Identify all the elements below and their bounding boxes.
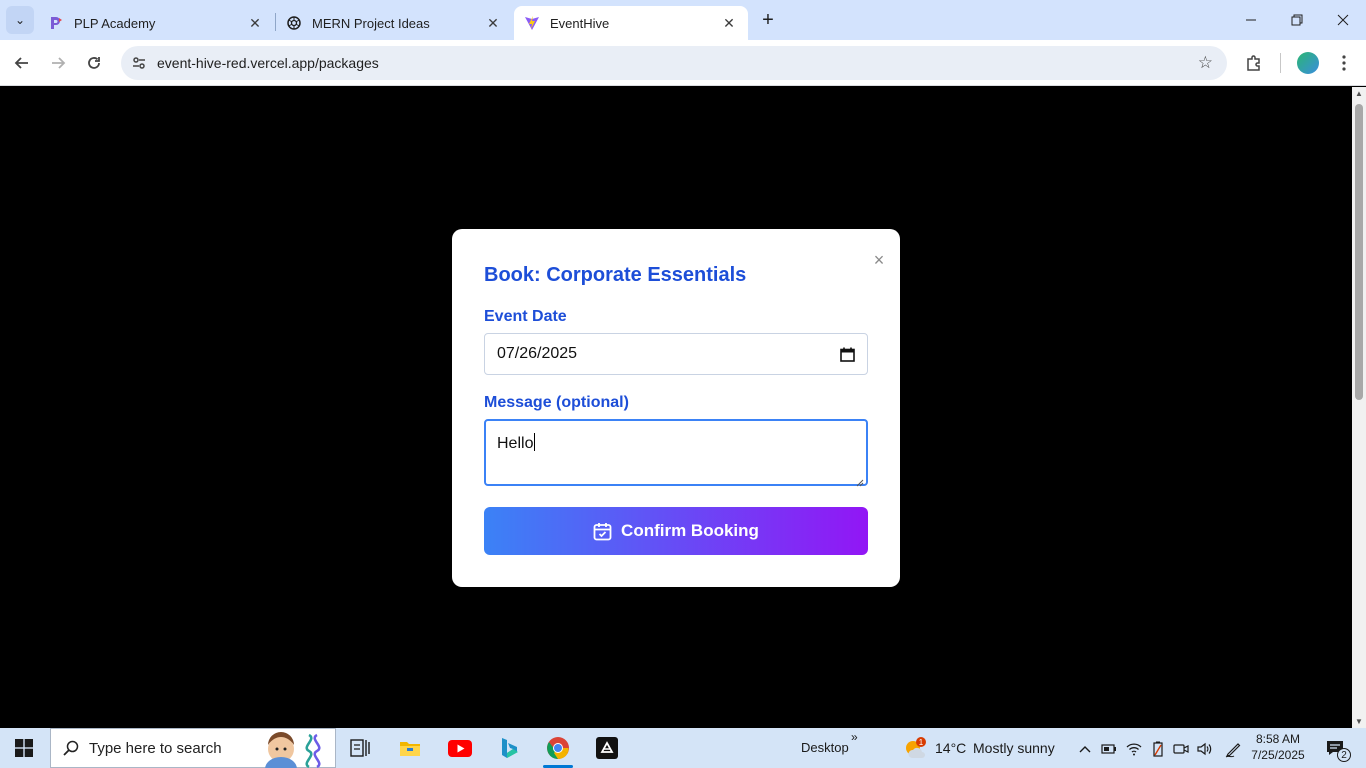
calendar-icon[interactable] — [839, 346, 855, 362]
confirm-booking-label: Confirm Booking — [621, 521, 759, 540]
scroll-up-arrow-icon[interactable]: ▲ — [1355, 89, 1363, 98]
modal-title: Book: Corporate Essentials — [484, 264, 747, 286]
resize-grip-icon[interactable] — [856, 474, 864, 487]
bookmark-star-icon[interactable]: ☆ — [1198, 53, 1213, 73]
forward-arrow-icon[interactable] — [43, 48, 73, 78]
tab-mern-project-ideas[interactable]: MERN Project Ideas ✕ — [276, 6, 512, 40]
close-tab-icon[interactable]: ✕ — [246, 14, 264, 32]
scrollbar-thumb[interactable] — [1355, 104, 1363, 400]
scroll-down-arrow-icon[interactable]: ▼ — [1355, 717, 1363, 726]
text-caret — [534, 433, 536, 451]
toolbar-divider — [1280, 53, 1281, 73]
restore-window-icon[interactable] — [1274, 0, 1320, 40]
search-highlight-illustration-icon — [255, 729, 331, 768]
close-tab-icon[interactable]: ✕ — [484, 14, 502, 32]
minimize-window-icon[interactable] — [1228, 0, 1274, 40]
event-date-input[interactable]: 07/26/2025 — [484, 333, 868, 375]
task-view-icon[interactable] — [336, 728, 384, 768]
chevron-down-icon: ⌄ — [14, 13, 26, 27]
more-menu-icon[interactable] — [1330, 49, 1358, 77]
confirm-booking-button[interactable]: Confirm Booking — [484, 507, 868, 555]
reload-icon[interactable] — [79, 48, 109, 78]
battery-saver-icon[interactable] — [1100, 740, 1118, 758]
windows-start-icon[interactable] — [0, 728, 48, 768]
search-placeholder: Type here to search — [89, 739, 222, 757]
tab-search-button[interactable]: ⌄ — [6, 6, 34, 34]
tab-title: PLP Academy — [74, 15, 156, 31]
volume-speaker-icon[interactable] — [1196, 740, 1214, 758]
page-scrollbar[interactable]: ▲ ▼ — [1352, 87, 1366, 728]
wifi-icon[interactable] — [1125, 740, 1143, 758]
search-icon — [61, 738, 81, 758]
desktop-toolbar-label[interactable]: Desktop — [801, 740, 849, 755]
back-arrow-icon[interactable] — [7, 48, 37, 78]
plp-academy-favicon-icon — [48, 15, 64, 31]
windows-taskbar: Type here to search Desktop » 1 14°C Mos… — [0, 728, 1366, 768]
notification-count-badge: 2 — [1337, 748, 1351, 762]
booking-modal: × Book: Corporate Essentials Event Date … — [452, 229, 900, 587]
app-taskbar-icon[interactable] — [583, 728, 631, 768]
browser-tab-strip: ⌄ PLP Academy ✕ MERN Project Ideas ✕ Eve… — [0, 0, 1366, 40]
message-label: Message (optional) — [484, 394, 629, 411]
battery-low-icon[interactable] — [1149, 740, 1167, 758]
file-explorer-icon[interactable] — [386, 728, 434, 768]
meet-now-icon[interactable] — [1172, 740, 1190, 758]
extensions-puzzle-icon[interactable] — [1240, 49, 1268, 77]
chrome-taskbar-icon[interactable] — [534, 728, 582, 768]
toolbar-overflow-icon[interactable]: » — [851, 730, 858, 744]
weather-temperature[interactable]: 14°C — [935, 740, 966, 756]
close-tab-icon[interactable]: ✕ — [720, 14, 738, 32]
tab-plp-academy[interactable]: PLP Academy ✕ — [38, 6, 274, 40]
taskbar-search-box[interactable]: Type here to search — [50, 728, 336, 768]
event-date-value: 07/26/2025 — [497, 345, 578, 362]
browser-toolbar: event-hive-red.vercel.app/packages ☆ — [0, 40, 1366, 86]
close-modal-icon[interactable]: × — [870, 250, 888, 270]
youtube-icon[interactable] — [436, 728, 484, 768]
clock-time: 8:58 AM — [1255, 732, 1301, 746]
weather-alert-badge: 1 — [916, 737, 926, 747]
calendar-check-icon — [593, 522, 612, 541]
close-window-icon[interactable] — [1320, 0, 1366, 40]
tab-title: EventHive — [550, 15, 610, 31]
site-settings-icon[interactable] — [130, 54, 148, 72]
message-text: Hello — [497, 435, 534, 452]
tab-title: MERN Project Ideas — [312, 15, 430, 31]
address-bar[interactable]: event-hive-red.vercel.app/packages ☆ — [121, 46, 1227, 80]
clock-date: 7/25/2025 — [1251, 748, 1305, 762]
bing-app-icon[interactable] — [485, 728, 533, 768]
profile-avatar[interactable] — [1297, 52, 1319, 74]
message-textarea[interactable]: Hello — [484, 419, 868, 487]
url-text: event-hive-red.vercel.app/packages — [157, 55, 379, 71]
show-hidden-icons-chevron-icon[interactable] — [1076, 740, 1094, 758]
weather-description[interactable]: Mostly sunny — [973, 740, 1055, 756]
pen-ink-workspace-icon[interactable] — [1224, 740, 1242, 758]
taskbar-clock[interactable]: 8:58 AM 7/25/2025 — [1248, 731, 1308, 763]
new-tab-plus-icon[interactable]: + — [756, 8, 780, 32]
event-date-label: Event Date — [484, 308, 567, 325]
tab-eventhive[interactable]: EventHive ✕ — [514, 6, 748, 40]
vite-favicon-icon — [524, 15, 540, 31]
openai-favicon-icon — [286, 15, 302, 31]
